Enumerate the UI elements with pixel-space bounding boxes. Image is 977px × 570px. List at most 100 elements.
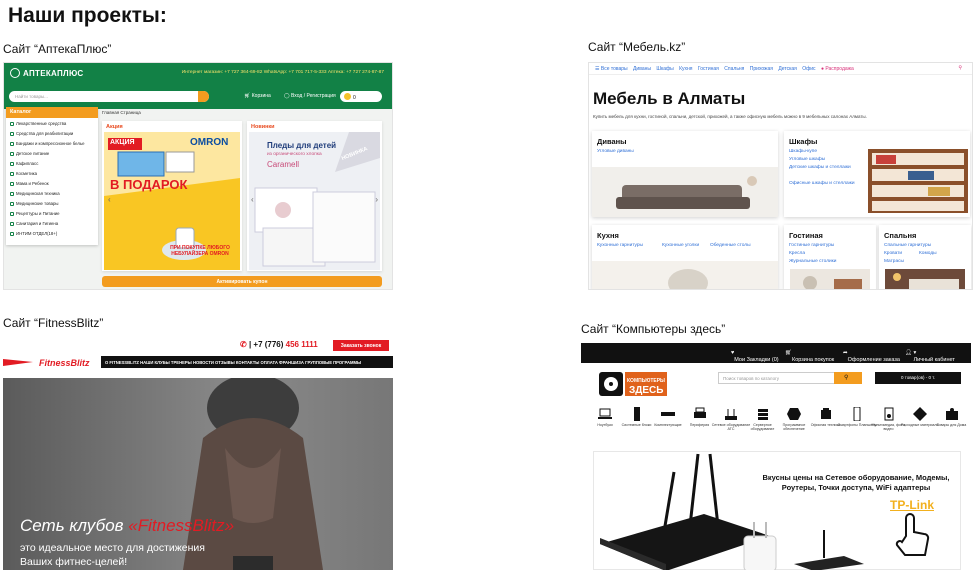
- nav-item[interactable]: Прихожая: [750, 66, 773, 72]
- fitness-phone[interactable]: ✆ | +7 (776) 456 1111: [240, 340, 318, 349]
- component-icon: [661, 412, 675, 416]
- category-card-living[interactable]: Гостиная Гостиные гарнитуры Кресла Журна…: [784, 225, 876, 289]
- computers-screenshot[interactable]: ♥ Мои Закладки (0) 🛒︎ Корзина покупок ➦ …: [581, 343, 971, 570]
- apteka-breadcrumb[interactable]: Главная Страница: [102, 110, 141, 115]
- coin-icon: [344, 93, 351, 100]
- project-caption-fitness: Сайт “FitnessBlitz”: [3, 316, 104, 330]
- card-title: Диваны: [597, 137, 627, 146]
- catalog-item[interactable]: Лекарственные средства: [6, 118, 98, 128]
- category-card-kitchen[interactable]: Кухня Кухонные гарнитуры Кухонные уголки…: [592, 225, 778, 289]
- category-card-bedroom[interactable]: Спальня Спальные гарнитуры Кровати Комод…: [879, 225, 971, 289]
- catalog-item[interactable]: Детское питание: [6, 148, 98, 158]
- nav-item[interactable]: Спальня: [724, 66, 744, 72]
- cart-summary-button[interactable]: 0 товар(ов) - 0 т.: [875, 372, 961, 384]
- card-link[interactable]: Гостиные гарнитуры: [789, 243, 834, 248]
- fitness-logo[interactable]: FitnessBlitz: [3, 357, 99, 368]
- printer-icon: [693, 407, 706, 418]
- apteka-search-input[interactable]: Найти товары...: [9, 91, 209, 102]
- promo-brand: OMRON: [190, 137, 229, 148]
- apteka-toolbar: Найти товары... 🛒︎ Корзина ◯ Вход / Реги…: [4, 85, 392, 109]
- card-link[interactable]: Спальные гарнитуры: [884, 243, 931, 248]
- apteka-logo[interactable]: АПТЕКАПЛЮС: [10, 68, 83, 78]
- fitness-hero-line1: это идеальное место для достижения: [20, 542, 205, 554]
- promo-card[interactable]: Акция АКЦИЯ OMRON В ПОДАРОК ПРИ ПОКУПКЕ …: [102, 121, 242, 271]
- card-link[interactable]: Детские шкафы и стеллажи: [789, 165, 861, 171]
- search-button[interactable]: ⚲: [834, 372, 862, 384]
- nav-item[interactable]: Гостиная: [698, 66, 719, 72]
- category-item[interactable]: Товары для Дома: [932, 407, 972, 427]
- card-link[interactable]: Угловые шкафы: [789, 157, 825, 162]
- card-link[interactable]: Офисные шкафы и стеллажи: [789, 181, 861, 187]
- catalog-item[interactable]: Санитария и Гигиена: [6, 218, 98, 228]
- nav-item[interactable]: Шкафы: [656, 66, 673, 72]
- phone-icon: [853, 407, 861, 421]
- fitness-nav[interactable]: О FITNESSBLITZ НАШИ КЛУБЫ ТРЕНЕРЫ НОВОСТ…: [101, 356, 393, 368]
- apteka-cart-sum: 0: [340, 91, 382, 102]
- cart-link[interactable]: 🛒︎ Корзина покупок: [785, 350, 834, 363]
- catalog-item[interactable]: Медицинская техника: [6, 188, 98, 198]
- router-icon: [725, 409, 737, 420]
- card-link[interactable]: Кухонные уголки: [662, 243, 699, 248]
- card-link[interactable]: Кровати: [884, 251, 902, 256]
- fitness-hero-line2: Ваших фитнес-целей!: [20, 556, 128, 568]
- nav-item[interactable]: Диваны: [633, 66, 651, 72]
- card-link[interactable]: Кухонные гарнитуры: [597, 243, 643, 248]
- card-title: Спальня: [884, 231, 917, 240]
- nav-item[interactable]: Кухня: [679, 66, 692, 72]
- order-call-button[interactable]: Заказать звонок: [333, 340, 389, 351]
- tplink-brand-link[interactable]: TP-Link: [890, 498, 934, 512]
- computers-logo[interactable]: КОМПЬЮТЕРЫ ЗДЕСЬ: [599, 370, 669, 400]
- mebel-screenshot[interactable]: ☰ Все товары Диваны Шкафы Кухня Гостиная…: [588, 62, 973, 290]
- nav-item[interactable]: Офис: [802, 66, 815, 72]
- category-card-wardrobes[interactable]: Шкафы Шкафы-купе Угловые шкафы Детские ш…: [784, 131, 970, 217]
- prev-arrow-icon[interactable]: ‹: [251, 195, 254, 204]
- nav-item[interactable]: Детская: [778, 66, 797, 72]
- search-button[interactable]: [198, 91, 209, 102]
- card-link[interactable]: Журнальные столики: [789, 259, 836, 264]
- server-icon: [757, 409, 768, 420]
- category-card-sofas[interactable]: Диваны Угловые диваны: [592, 131, 778, 217]
- promo-bottom: ПРИ ПОКУПКЕ ЛЮБОГО НЕБУЛАЙЗЕРА OMRON: [170, 245, 230, 257]
- card-link[interactable]: Обеденные столы: [710, 243, 751, 248]
- page-title: Наши проекты:: [8, 4, 167, 27]
- catalog-item[interactable]: Косметика: [6, 168, 98, 178]
- catalog-item[interactable]: Медицинские товары: [6, 198, 98, 208]
- fitness-screenshot[interactable]: ✆ | +7 (776) 456 1111 Заказать звонок Fi…: [3, 335, 393, 570]
- card-link[interactable]: Угловые диваны: [597, 149, 634, 154]
- card-link[interactable]: Шкафы-купе: [789, 149, 817, 154]
- catalog-item[interactable]: Бандажи и компрессионное белье: [6, 138, 98, 148]
- catalog-item[interactable]: Мама и Ребенок: [6, 178, 98, 188]
- card-link[interactable]: Кресла: [789, 251, 805, 256]
- checkout-link[interactable]: ➦ Оформление заказа: [843, 350, 900, 363]
- apteka-login-link[interactable]: ◯ Вход / Регистрация: [284, 93, 336, 99]
- account-link[interactable]: 👤︎ Личный кабинет ▾: [905, 350, 955, 363]
- user-icon: ◯: [284, 93, 291, 99]
- cart-icon: 🛒︎: [244, 93, 252, 99]
- media-icon: [884, 407, 893, 421]
- sofa-image: [592, 167, 778, 217]
- catalog-item[interactable]: Кафипласс: [6, 158, 98, 168]
- tower-icon: [633, 407, 640, 421]
- laptop-icon: [598, 408, 612, 419]
- network-banner[interactable]: Вкусны цены на Сетевое оборудование, Мод…: [593, 451, 961, 570]
- next-arrow-icon[interactable]: ›: [375, 195, 378, 204]
- bookmarks-link[interactable]: ♥ Мои Закладки (0): [731, 350, 779, 363]
- apteka-cart-link[interactable]: 🛒︎ Корзина: [244, 93, 271, 99]
- catalog-item[interactable]: Рецептуры и Питание: [6, 208, 98, 218]
- apteka-screenshot[interactable]: АПТЕКАПЛЮС Интернет магазин: +7 727 364-…: [3, 62, 393, 290]
- nav-item[interactable]: ☰ Все товары: [595, 66, 628, 72]
- new-label: Новинки: [251, 124, 275, 130]
- new-products-card[interactable]: Новинки Пледы для детей из органического…: [247, 121, 382, 271]
- catalog-item[interactable]: Средства для реабилитации: [6, 128, 98, 138]
- catalog-item[interactable]: ИНТИМ ОТДЕЛ(18+): [6, 228, 98, 238]
- card-link[interactable]: Матрасы: [884, 259, 904, 264]
- prev-arrow-icon[interactable]: ‹: [108, 195, 111, 204]
- nav-item-sale[interactable]: ● Распродажа: [821, 66, 854, 72]
- promo-label: Акция: [106, 124, 123, 130]
- search-icon[interactable]: ⚲: [958, 65, 962, 71]
- card-link[interactable]: Комоды: [919, 251, 937, 256]
- catalog-header[interactable]: Каталог: [6, 107, 98, 118]
- apteka-catalog-menu: Каталог Лекарственные средства Средства …: [6, 107, 98, 245]
- activate-coupon-button[interactable]: Активировать купон: [102, 276, 382, 287]
- consumables-icon: [913, 407, 927, 421]
